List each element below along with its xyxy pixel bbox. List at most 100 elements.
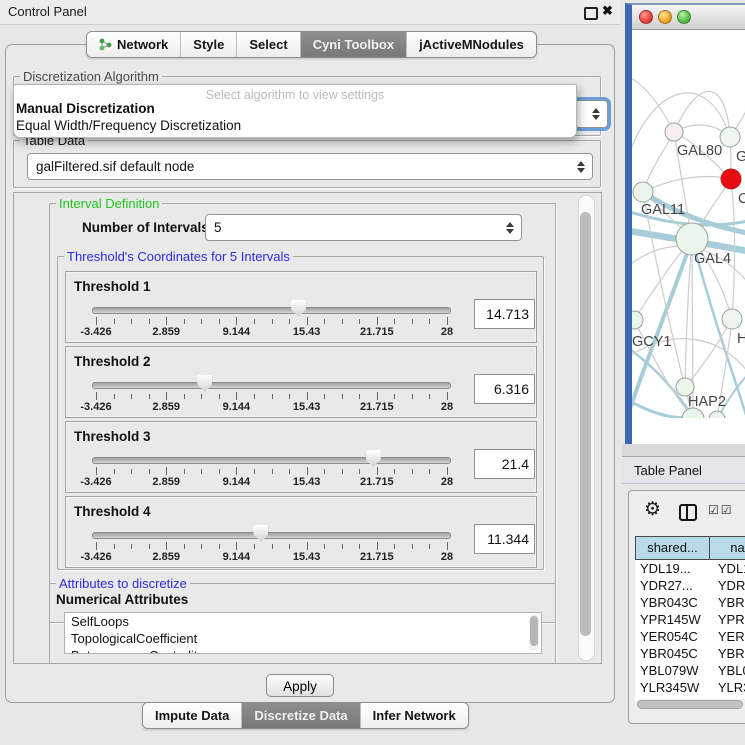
slider-track[interactable] — [92, 532, 451, 539]
tick-label: 2.859 — [152, 401, 180, 413]
tick-mark — [184, 394, 185, 399]
slider-track[interactable] — [92, 457, 451, 464]
tick-mark — [359, 319, 360, 324]
close-traffic-light-icon[interactable] — [639, 10, 653, 24]
tab-infer-network[interactable]: Infer Network — [361, 703, 468, 728]
network-node[interactable] — [709, 411, 725, 418]
table-panel: ⚙ ☑☑ shared... name YDL19...YDL19YDR27..… — [628, 490, 745, 724]
table-row[interactable]: YBR045CYBR04 — [635, 645, 745, 662]
tick-mark — [96, 317, 97, 325]
list-item[interactable]: BetweennessCentrality — [65, 647, 541, 654]
horizontal-scrollbar[interactable] — [635, 699, 745, 710]
slider-thumb[interactable] — [253, 525, 268, 542]
panel-gap — [622, 444, 745, 456]
tab-select[interactable]: Select — [237, 32, 300, 57]
network-node[interactable] — [722, 309, 742, 329]
split-table-icon[interactable] — [679, 504, 697, 521]
cell-shared-name: YBR045C — [635, 645, 710, 662]
tick-label: 15.43 — [293, 401, 321, 413]
apply-button[interactable]: Apply — [266, 674, 334, 697]
table-row[interactable]: YER054CYER05 — [635, 628, 745, 645]
tick-mark — [359, 394, 360, 399]
tick-label: -3.426 — [80, 551, 111, 563]
tick-mark — [447, 317, 448, 325]
network-node-label: GCY1 — [632, 334, 672, 350]
threshold-value-field[interactable]: 6.316 — [474, 374, 535, 404]
close-icon[interactable]: ✖ — [602, 3, 613, 19]
network-node[interactable] — [721, 169, 741, 189]
table-row[interactable]: YDR27...YDR27 — [635, 577, 745, 594]
table-row[interactable]: YPR145WYPR14 — [635, 611, 745, 628]
column-header-shared-name[interactable]: shared... — [635, 536, 710, 560]
cell-name: YDR27 — [710, 577, 745, 594]
tick-mark — [254, 469, 255, 474]
number-of-intervals-combobox[interactable]: 5 — [205, 214, 522, 241]
cell-shared-name: YER054C — [635, 628, 710, 645]
tab-label: Cyni Toolbox — [313, 37, 394, 52]
table-row[interactable]: YDL19...YDL19 — [635, 560, 745, 577]
tab-jactivemnodules[interactable]: jActiveMNodules — [407, 32, 536, 57]
tick-mark — [412, 394, 413, 399]
slider-thumb[interactable] — [291, 300, 306, 317]
tab-label: Select — [249, 37, 287, 52]
tick-mark — [342, 394, 343, 399]
tick-mark — [359, 544, 360, 549]
tick-mark — [236, 467, 237, 475]
tick-label: 2.859 — [152, 326, 180, 338]
column-header-name[interactable]: name — [709, 536, 745, 560]
table-row[interactable]: YLR345WYLR34 — [635, 679, 745, 696]
network-window-titlebar — [632, 5, 745, 30]
tick-mark — [377, 467, 378, 475]
tick-mark — [429, 394, 430, 399]
gear-icon[interactable]: ⚙ — [644, 498, 661, 521]
tab-label: Network — [117, 37, 168, 52]
table-row[interactable]: YBL079WYBL07 — [635, 662, 745, 679]
tick-label: 2.859 — [152, 476, 180, 488]
combo-stepper-icon — [592, 108, 600, 120]
list-scrollbar[interactable] — [529, 615, 539, 651]
tick-label: 21.715 — [360, 551, 394, 563]
cell-name: YPR14 — [710, 611, 745, 628]
slider-track[interactable] — [92, 382, 451, 389]
tab-network[interactable]: Network — [87, 32, 181, 57]
network-node[interactable] — [665, 123, 683, 141]
tab-style[interactable]: Style — [181, 32, 237, 57]
scrollbar-thumb[interactable] — [580, 212, 591, 636]
tab-impute-data[interactable]: Impute Data — [143, 703, 242, 728]
threshold-value-field[interactable]: 11.344 — [474, 524, 535, 554]
tick-mark — [131, 319, 132, 324]
slider-thumb[interactable] — [366, 450, 381, 467]
scrollbar-thumb[interactable] — [637, 700, 743, 709]
dropdown-option-manual[interactable]: Manual Discretization — [16, 101, 155, 116]
network-canvas[interactable]: GAL80GACGAL11GAL4GCY1HHAP2 — [632, 30, 745, 418]
number-of-intervals-value: 5 — [214, 220, 222, 235]
slider-thumb[interactable] — [197, 375, 212, 392]
tick-mark — [377, 392, 378, 400]
numerical-attributes-list[interactable]: SelfLoopsTopologicalCoefficientBetweenne… — [64, 612, 542, 654]
number-of-intervals-label: Number of Intervals — [82, 220, 209, 235]
tab-cyni-toolbox[interactable]: Cyni Toolbox — [301, 32, 407, 57]
slider-track[interactable] — [92, 307, 451, 314]
tick-mark — [184, 319, 185, 324]
table-rows[interactable]: YDL19...YDL19YDR27...YDR27YBR043CYBR04YP… — [635, 560, 745, 701]
threshold-value-field[interactable]: 14.713 — [474, 299, 535, 329]
table-row[interactable]: YBR043CYBR04 — [635, 594, 745, 611]
network-node[interactable] — [633, 182, 653, 202]
combo-stepper-icon — [506, 222, 514, 234]
tab-discretize-data[interactable]: Discretize Data — [242, 703, 360, 728]
checkbox-icons[interactable]: ☑☑ — [708, 503, 734, 517]
list-item[interactable]: SelfLoops — [65, 613, 541, 630]
panel-scrollbar[interactable] — [578, 195, 595, 661]
tick-mark — [219, 394, 220, 399]
network-node[interactable] — [632, 311, 643, 329]
threshold-value-field[interactable]: 21.4 — [474, 449, 535, 479]
tick-label: 28 — [441, 326, 453, 338]
table-data-combobox[interactable]: galFiltered.sif default node — [27, 153, 593, 180]
tick-mark — [412, 544, 413, 549]
zoom-traffic-light-icon[interactable] — [677, 10, 691, 24]
float-window-icon[interactable] — [584, 7, 598, 20]
list-item[interactable]: TopologicalCoefficient — [65, 630, 541, 647]
minimize-traffic-light-icon[interactable] — [658, 10, 672, 24]
network-node[interactable] — [720, 127, 740, 147]
dropdown-option-equal-width[interactable]: Equal Width/Frequency Discretization — [16, 118, 241, 133]
